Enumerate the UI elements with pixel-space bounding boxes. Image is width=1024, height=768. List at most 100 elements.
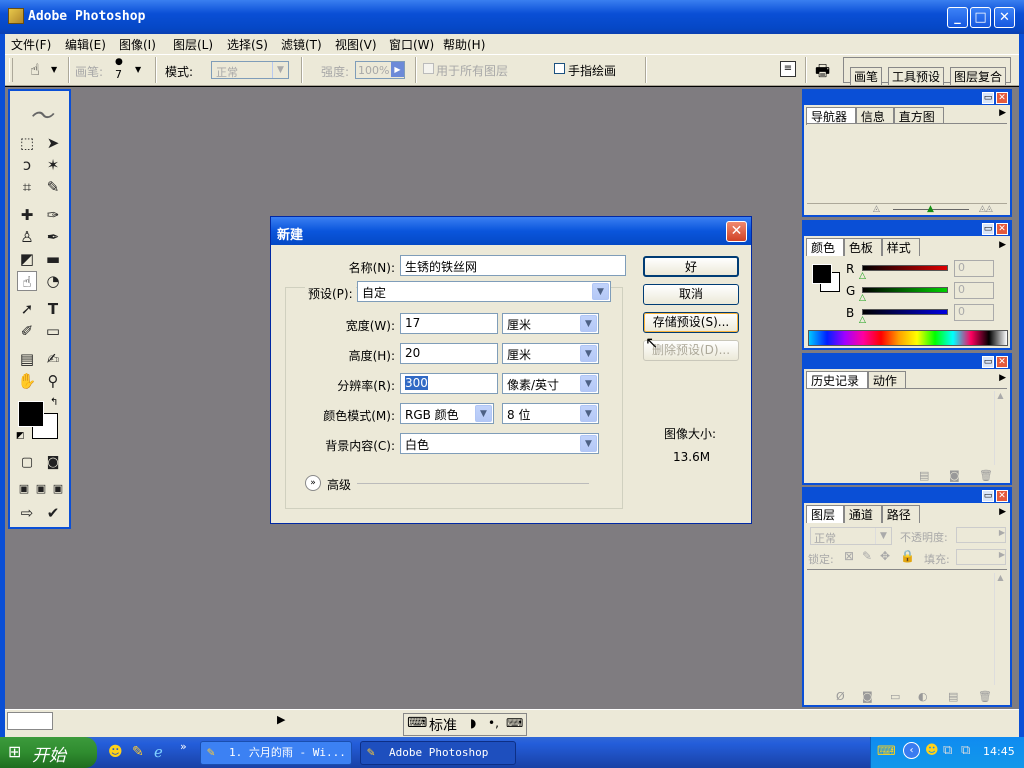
lock-transparency-icon[interactable]: ⊠ bbox=[844, 549, 854, 563]
zoom-slider-thumb-icon[interactable]: ▲ bbox=[927, 204, 934, 214]
panel-header[interactable]: ▭ ✕ bbox=[804, 222, 1010, 236]
panel-header[interactable]: ▭ ✕ bbox=[804, 91, 1010, 105]
fg-color-swatch[interactable] bbox=[812, 264, 832, 284]
expand-advanced-icon[interactable]: » bbox=[305, 475, 321, 491]
well-tab-tool-presets[interactable]: 工具预设 bbox=[888, 67, 945, 85]
move-tool-icon[interactable]: ➤ bbox=[43, 133, 63, 153]
feather-logo-icon[interactable]: 〜 bbox=[14, 103, 68, 129]
channel-g-value[interactable]: 0 bbox=[954, 282, 994, 299]
menu-select[interactable]: 选择(S) bbox=[227, 36, 268, 53]
smudge-tool-icon[interactable]: ☝ bbox=[17, 271, 37, 291]
lock-image-icon[interactable]: ✎ bbox=[862, 549, 872, 563]
channel-b-value[interactable]: 0 bbox=[954, 304, 994, 321]
color-ramp[interactable] bbox=[808, 330, 1008, 346]
ie-quicklaunch-icon[interactable]: ℯ bbox=[154, 743, 163, 761]
slice-tool-icon[interactable]: ✎ bbox=[43, 177, 63, 197]
tab-actions[interactable]: 动作 bbox=[867, 371, 906, 389]
layer-style-icon[interactable]: Ø bbox=[836, 690, 845, 703]
color-mode-select[interactable]: RGB 颜色 ▼ bbox=[400, 403, 494, 424]
soft-keyboard-icon[interactable]: ⌨ bbox=[506, 716, 523, 730]
standard-mode-icon[interactable]: ▢ bbox=[17, 453, 37, 473]
slider-arrow-icon[interactable]: ▶ bbox=[391, 62, 404, 77]
name-input[interactable]: 生锈的铁丝网 bbox=[400, 255, 626, 276]
resolution-input[interactable]: 300 bbox=[400, 373, 498, 394]
clone-stamp-tool-icon[interactable]: ♙ bbox=[17, 227, 37, 247]
gradient-tool-icon[interactable]: ▬ bbox=[43, 249, 63, 269]
ime-mode-label[interactable]: 标准 bbox=[429, 715, 457, 735]
qq-tray-icon[interactable]: ☻ bbox=[925, 743, 939, 758]
clock[interactable]: 14:45 bbox=[983, 745, 1015, 758]
new-document-icon[interactable]: ▤ bbox=[919, 469, 929, 482]
channel-r-value[interactable]: 0 bbox=[954, 260, 994, 277]
minimize-button[interactable]: _ bbox=[947, 7, 968, 28]
menu-filter[interactable]: 滤镜(T) bbox=[281, 36, 322, 53]
edit-in-imageready-icon[interactable]: ✔ bbox=[43, 503, 63, 523]
punctuation-icon[interactable]: •, bbox=[488, 716, 499, 730]
zoom-tool-icon[interactable]: ⚲ bbox=[43, 371, 63, 391]
mode-select[interactable]: 正常 ▼ bbox=[211, 61, 289, 79]
panel-minimize-button[interactable]: ▭ bbox=[982, 92, 994, 104]
crop-tool-icon[interactable]: ⌗ bbox=[17, 177, 37, 197]
healing-brush-tool-icon[interactable]: ✚ bbox=[17, 205, 37, 225]
width-input[interactable]: 17 bbox=[400, 313, 498, 334]
taskbar-item-music[interactable]: ✎ 1. 六月的雨 - Wi... bbox=[200, 741, 352, 765]
tab-layers[interactable]: 图层 bbox=[806, 505, 845, 523]
menu-help[interactable]: 帮助(H) bbox=[443, 36, 485, 53]
blend-mode-select[interactable]: 正常 ▼ bbox=[810, 527, 892, 545]
eraser-tool-icon[interactable]: ◩ bbox=[17, 249, 37, 269]
maximize-button[interactable]: □ bbox=[970, 7, 991, 28]
panel-menu-arrow-icon[interactable]: ▶ bbox=[999, 507, 1006, 517]
panel-close-button[interactable]: ✕ bbox=[996, 223, 1008, 235]
default-colors-icon[interactable]: ◩ bbox=[16, 431, 25, 441]
finger-paint-checkbox[interactable] bbox=[554, 63, 565, 74]
panel-header[interactable]: ▭ ✕ bbox=[804, 355, 1010, 369]
well-tab-layer-comps[interactable]: 图层复合 bbox=[950, 67, 1007, 85]
slider-thumb-icon[interactable]: △ bbox=[859, 271, 866, 281]
network-icon[interactable]: ⧉ bbox=[943, 743, 952, 758]
dialog-title-bar[interactable]: 新建 ✕ bbox=[271, 217, 751, 245]
history-list[interactable] bbox=[807, 388, 1007, 468]
rectangle-tool-icon[interactable]: ▭ bbox=[43, 321, 63, 341]
file-browser-icon[interactable]: ≡ bbox=[780, 61, 796, 77]
layer-set-icon[interactable]: ▭ bbox=[890, 690, 900, 703]
panel-close-button[interactable]: ✕ bbox=[996, 490, 1008, 502]
hand-tool-icon[interactable]: ✋ bbox=[17, 371, 37, 391]
history-brush-tool-icon[interactable]: ✒ bbox=[43, 227, 63, 247]
zoom-out-icon[interactable]: ◬ bbox=[873, 204, 880, 214]
chevron-down-icon[interactable]: ▼ bbox=[51, 65, 57, 74]
ime-logo-icon[interactable]: ⌨ bbox=[407, 715, 427, 731]
panel-close-button[interactable]: ✕ bbox=[996, 356, 1008, 368]
quick-mask-mode-icon[interactable]: ◙ bbox=[43, 453, 63, 473]
new-layer-icon[interactable]: ▤ bbox=[948, 690, 958, 703]
lock-position-icon[interactable]: ✥ bbox=[880, 549, 890, 563]
menu-window[interactable]: 窗口(W) bbox=[389, 36, 434, 53]
tab-styles[interactable]: 样式 bbox=[881, 238, 920, 256]
width-unit-select[interactable]: 厘米 ▼ bbox=[502, 313, 599, 334]
zoom-in-icon[interactable]: ◬◬ bbox=[979, 204, 993, 214]
menu-layer[interactable]: 图层(L) bbox=[173, 36, 213, 53]
lock-all-icon[interactable]: 🔒 bbox=[900, 549, 915, 563]
height-unit-select[interactable]: 厘米 ▼ bbox=[502, 343, 599, 364]
bit-depth-select[interactable]: 8 位 ▼ bbox=[502, 403, 599, 424]
taskbar-item-photoshop[interactable]: ✎ Adobe Photoshop bbox=[360, 741, 516, 765]
show-hidden-icons-icon[interactable]: ‹ bbox=[903, 742, 920, 759]
fill-field[interactable]: ▶ bbox=[956, 549, 1006, 565]
brush-tool-icon[interactable]: ✑ bbox=[43, 205, 63, 225]
screen-mode-full-icon[interactable]: ▣ bbox=[48, 479, 68, 499]
tab-paths[interactable]: 路径 bbox=[881, 505, 920, 523]
history-scrollbar[interactable]: ▲ bbox=[994, 391, 1006, 465]
preset-select[interactable]: 自定 ▼ bbox=[357, 281, 611, 302]
qq-quicklaunch-icon[interactable]: ☻ bbox=[108, 744, 123, 760]
tab-color[interactable]: 颜色 bbox=[806, 238, 845, 256]
panel-menu-arrow-icon[interactable]: ▶ bbox=[999, 240, 1006, 250]
title-bar[interactable]: Adobe Photoshop _ □ ✕ bbox=[0, 0, 1024, 34]
brush-size[interactable]: 7 bbox=[115, 68, 122, 81]
menu-image[interactable]: 图像(I) bbox=[119, 36, 156, 53]
resolution-unit-select[interactable]: 像素/英寸 ▼ bbox=[502, 373, 599, 394]
well-tab-brushes[interactable]: 画笔 bbox=[850, 67, 883, 85]
type-tool-icon[interactable]: T bbox=[43, 299, 63, 319]
save-preset-button[interactable]: 存储预设(S)... bbox=[643, 312, 739, 333]
channel-g-slider[interactable] bbox=[862, 287, 948, 293]
tab-history[interactable]: 历史记录 bbox=[806, 371, 869, 389]
foreground-color-swatch[interactable] bbox=[18, 401, 44, 427]
